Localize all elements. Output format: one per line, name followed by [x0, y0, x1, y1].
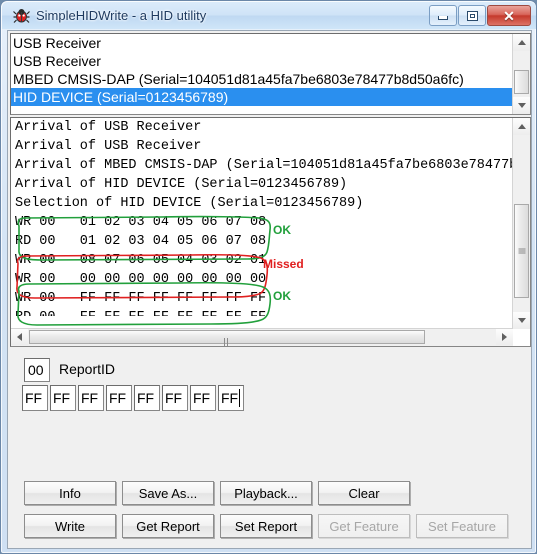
report-data-bytes: FF FF FF FF FF FF FF FF: [22, 385, 246, 411]
scrollbar-grip: [518, 248, 525, 255]
data-byte-input[interactable]: FF: [162, 385, 188, 411]
info-button[interactable]: Info: [24, 481, 116, 505]
client-area: USB Receiver USB Receiver MBED CMSIS-DAP…: [7, 30, 532, 549]
close-icon: ✕: [503, 7, 515, 24]
scroll-left-icon[interactable]: [11, 329, 28, 345]
data-byte-input-focused[interactable]: FF: [218, 385, 244, 411]
log-line: Arrival of USB Receiver: [15, 139, 202, 154]
report-id-value: 00: [28, 362, 44, 378]
minimize-button[interactable]: [429, 5, 457, 26]
annotation-label-missed: Missed: [263, 257, 304, 271]
set-report-button[interactable]: Set Report: [220, 514, 312, 538]
log-line: Arrival of HID DEVICE (Serial=0123456789…: [15, 177, 348, 192]
close-button[interactable]: ✕: [487, 5, 531, 26]
device-list-scrollbar[interactable]: [512, 34, 530, 114]
data-byte-value: FF: [193, 390, 211, 406]
scrollbar-thumb[interactable]: [29, 330, 425, 346]
device-list[interactable]: USB Receiver USB Receiver MBED CMSIS-DAP…: [10, 33, 531, 115]
title-bar: SimpleHIDWrite - a HID utility ✕: [2, 2, 536, 29]
annotation-label-ok-1: OK: [273, 223, 291, 237]
data-byte-input[interactable]: FF: [78, 385, 104, 411]
log-line: Arrival of USB Receiver: [15, 120, 202, 135]
scrollbar-thumb[interactable]: [514, 70, 529, 94]
scroll-right-icon[interactable]: [496, 329, 513, 345]
log-vertical-scrollbar[interactable]: [512, 118, 530, 329]
device-list-item[interactable]: USB Receiver: [11, 34, 515, 52]
log-lines: Arrival of USB Receiver Arrival of USB R…: [11, 118, 513, 316]
data-byte-input[interactable]: FF: [50, 385, 76, 411]
log-line: WR 00 08 07 06 05 04 03 02 01: [15, 253, 267, 268]
save-as-button[interactable]: Save As...: [122, 481, 214, 505]
data-byte-input[interactable]: FF: [190, 385, 216, 411]
button-row-secondary: Write Get Report Set Report Get Feature …: [24, 514, 514, 538]
log-line: Arrival of MBED CMSIS-DAP (Serial=104051…: [15, 158, 513, 173]
data-byte-input[interactable]: FF: [134, 385, 160, 411]
window-controls: ✕: [428, 5, 531, 26]
scroll-down-icon[interactable]: [513, 312, 530, 329]
log-line: Selection of HID DEVICE (Serial=01234567…: [15, 196, 364, 211]
scrollbar-thumb[interactable]: [514, 204, 529, 298]
set-feature-button: Set Feature: [416, 514, 508, 538]
data-byte-value: FF: [221, 390, 239, 406]
annotation-label-ok-2: OK: [273, 289, 291, 303]
window-title: SimpleHIDWrite - a HID utility: [36, 8, 207, 23]
scroll-up-icon[interactable]: [513, 118, 530, 135]
report-id-label: ReportID: [59, 361, 116, 377]
log-output[interactable]: Arrival of USB Receiver Arrival of USB R…: [10, 117, 531, 347]
application-window: SimpleHIDWrite - a HID utility ✕ USB Rec…: [0, 0, 537, 554]
scroll-down-icon[interactable]: [513, 97, 530, 114]
write-button[interactable]: Write: [24, 514, 116, 538]
report-id-input[interactable]: 00: [24, 358, 50, 382]
data-byte-value: FF: [165, 390, 183, 406]
log-line: RD 00 FF FF FF FF FF FF FF FF: [11, 308, 513, 316]
device-list-item-selected[interactable]: HID DEVICE (Serial=0123456789): [11, 88, 515, 106]
data-byte-value: FF: [25, 390, 43, 406]
data-byte-value: FF: [109, 390, 127, 406]
button-row-primary: Info Save As... Playback... Clear: [24, 481, 416, 505]
device-list-item[interactable]: MBED CMSIS-DAP (Serial=104051d81a45fa7be…: [11, 70, 515, 88]
device-list-item[interactable]: USB Receiver: [11, 52, 515, 70]
get-feature-button: Get Feature: [318, 514, 410, 538]
scroll-up-icon[interactable]: [513, 34, 530, 51]
log-line: WR 00 FF FF FF FF FF FF FF FF: [15, 291, 267, 306]
minimize-icon: [438, 16, 448, 20]
playback-button[interactable]: Playback...: [220, 481, 312, 505]
bug-icon: [13, 7, 30, 24]
data-byte-value: FF: [53, 390, 71, 406]
log-horizontal-scrollbar[interactable]: [11, 328, 513, 346]
maximize-icon: [466, 10, 478, 21]
maximize-button[interactable]: [458, 5, 486, 26]
get-report-button[interactable]: Get Report: [122, 514, 214, 538]
scrollbar-grip: [223, 333, 231, 346]
clear-button[interactable]: Clear: [318, 481, 410, 505]
log-line: WR 00 01 02 03 04 05 06 07 08: [15, 215, 267, 230]
data-byte-value: FF: [137, 390, 155, 406]
log-line: RD 00 01 02 03 04 05 06 07 08: [15, 234, 267, 249]
log-line: WR 00 00 00 00 00 00 00 00 00: [15, 272, 267, 287]
data-byte-input[interactable]: FF: [106, 385, 132, 411]
data-byte-value: FF: [81, 390, 99, 406]
data-byte-input[interactable]: FF: [22, 385, 48, 411]
